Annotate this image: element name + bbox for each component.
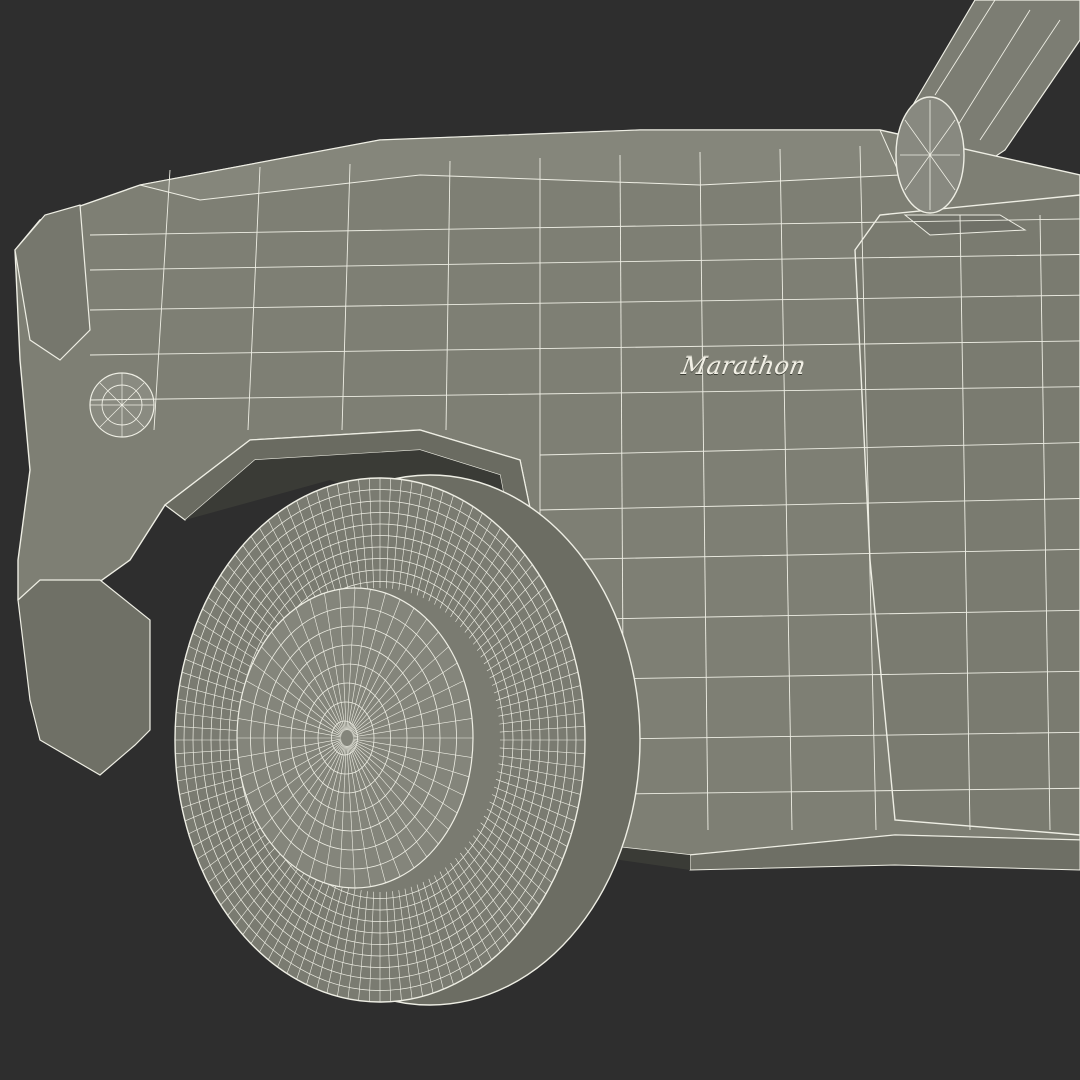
car-wireframe-scene [0,0,1080,1080]
marathon-badge: Marathon [679,352,809,380]
front-wheel [174,474,641,1006]
headlight [89,372,155,438]
wireframe-render: Marathon [0,0,1080,1080]
